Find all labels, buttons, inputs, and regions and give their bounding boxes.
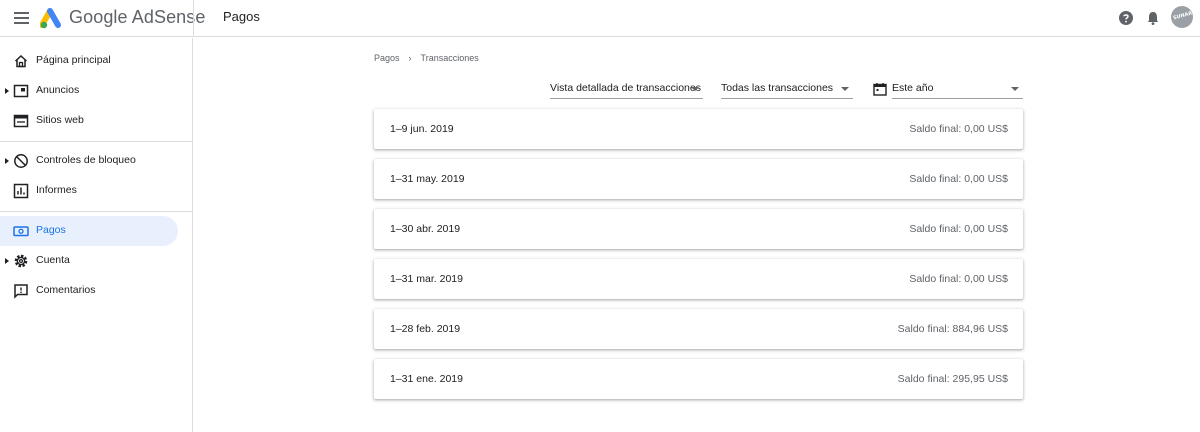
home-icon: [14, 54, 28, 68]
sidebar-item-blocking[interactable]: Controles de bloqueo: [0, 146, 178, 176]
transaction-balance: Saldo final: 0,00 US$: [909, 123, 1008, 135]
sidebar-item-home[interactable]: Página principal: [0, 46, 178, 76]
web-icon: [13, 114, 29, 128]
ads-icon: [13, 84, 29, 98]
menu-icon[interactable]: [12, 8, 32, 28]
transaction-card[interactable]: 1–31 may. 2019 Saldo final: 0,00 US$: [374, 159, 1023, 199]
sidebar-divider: [0, 141, 193, 142]
transaction-balance: Saldo final: 884,96 US$: [897, 323, 1008, 335]
brand-name: Google AdSense: [69, 7, 206, 27]
calendar-icon[interactable]: [873, 82, 887, 96]
sidebar-item-reports[interactable]: Informes: [0, 176, 178, 206]
top-app-bar: Google AdSense Pagos SUNAR: [0, 0, 1200, 37]
view-select-value: Vista detallada de transacciones: [550, 82, 701, 94]
transaction-period: 1–30 abr. 2019: [390, 223, 461, 235]
sidebar-item-label: Cuenta: [36, 254, 70, 266]
transaction-period: 1–9 jun. 2019: [390, 123, 454, 135]
sidebar-item-feedback[interactable]: Comentarios: [0, 276, 178, 306]
sidebar-item-sites[interactable]: Sitios web: [0, 106, 178, 136]
sidebar-item-payments[interactable]: Pagos: [0, 216, 178, 246]
transaction-card[interactable]: 1–30 abr. 2019 Saldo final: 0,00 US$: [374, 209, 1023, 249]
transaction-type-select[interactable]: Todas las transacciones: [721, 80, 853, 99]
date-range-value: Este año: [892, 82, 934, 94]
expand-arrow-icon: [5, 258, 9, 264]
breadcrumb-current: Transacciones: [420, 53, 479, 63]
feedback-icon: [14, 284, 28, 299]
transaction-balance: Saldo final: 0,00 US$: [909, 273, 1008, 285]
chevron-down-icon: [841, 87, 849, 91]
help-icon[interactable]: [1118, 10, 1134, 26]
chevron-down-icon: [691, 87, 699, 91]
transaction-balance: Saldo final: 0,00 US$: [909, 223, 1008, 235]
transaction-period: 1–31 may. 2019: [390, 173, 465, 185]
sidebar-item-label: Informes: [36, 184, 77, 196]
brand-divider: [193, 0, 194, 37]
transaction-period: 1–28 feb. 2019: [390, 323, 461, 335]
avatar[interactable]: SUNAR: [1171, 6, 1193, 28]
transaction-period: 1–31 mar. 2019: [390, 273, 463, 285]
transaction-card[interactable]: 1–28 feb. 2019 Saldo final: 884,96 US$: [374, 309, 1023, 349]
transaction-card[interactable]: 1–31 mar. 2019 Saldo final: 0,00 US$: [374, 259, 1023, 299]
chevron-right-icon: ›: [408, 53, 412, 63]
transaction-card[interactable]: 1–31 ene. 2019 Saldo final: 295,95 US$: [374, 359, 1023, 399]
bell-icon[interactable]: [1145, 10, 1161, 26]
block-icon: [14, 154, 28, 168]
payments-icon: [13, 226, 29, 237]
sidebar-item-label: Controles de bloqueo: [36, 154, 136, 166]
sidebar: Página principal Anuncios Sitios web Con…: [0, 38, 193, 432]
sidebar-item-label: Sitios web: [36, 114, 84, 126]
sidebar-item-ads[interactable]: Anuncios: [0, 76, 178, 106]
sidebar-item-label: Pagos: [36, 224, 66, 236]
chevron-down-icon: [1011, 87, 1019, 91]
sidebar-item-label: Página principal: [36, 54, 111, 66]
transaction-balance: Saldo final: 295,95 US$: [897, 373, 1008, 385]
transaction-card[interactable]: 1–9 jun. 2019 Saldo final: 0,00 US$: [374, 109, 1023, 149]
transaction-balance: Saldo final: 0,00 US$: [909, 173, 1008, 185]
transaction-type-value: Todas las transacciones: [721, 82, 834, 94]
sidebar-divider: [0, 211, 193, 212]
sidebar-item-label: Comentarios: [36, 284, 96, 296]
expand-arrow-icon: [5, 158, 9, 164]
sidebar-item-account[interactable]: Cuenta: [0, 246, 178, 276]
transaction-period: 1–31 ene. 2019: [390, 373, 463, 385]
page-title: Pagos: [223, 9, 260, 24]
expand-arrow-icon: [5, 88, 9, 94]
view-select[interactable]: Vista detallada de transacciones: [550, 80, 703, 99]
gear-icon: [14, 254, 28, 268]
avatar-text: SUNAR: [1172, 10, 1193, 22]
date-range-select[interactable]: Este año: [892, 80, 1023, 99]
reports-icon: [13, 183, 29, 199]
adsense-logo-icon[interactable]: [40, 7, 64, 29]
breadcrumb-link-pagos[interactable]: Pagos: [374, 53, 400, 63]
breadcrumb: Pagos › Transacciones: [374, 53, 479, 63]
sidebar-item-label: Anuncios: [36, 84, 80, 96]
